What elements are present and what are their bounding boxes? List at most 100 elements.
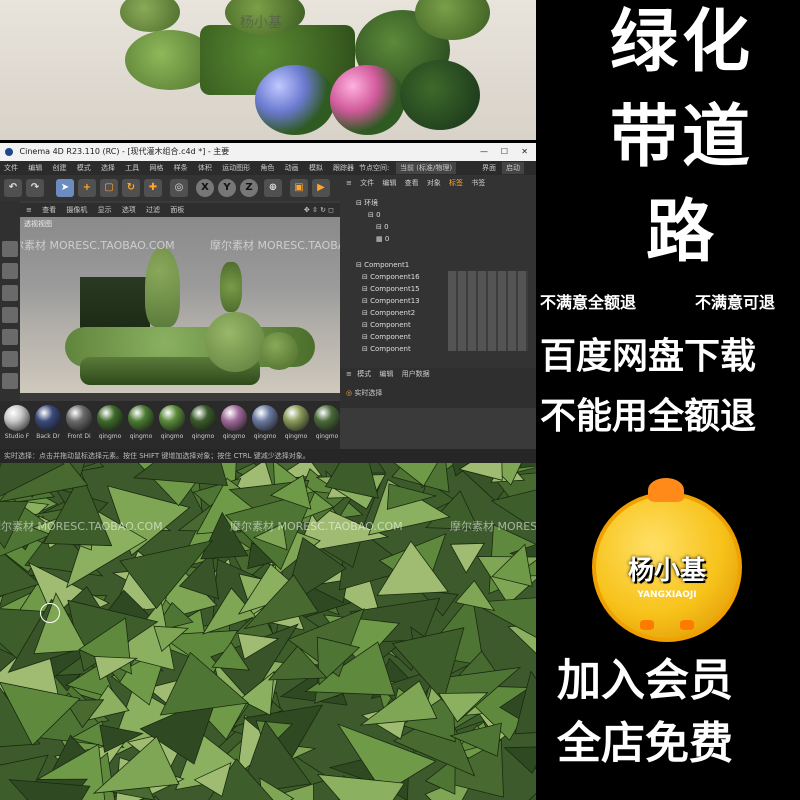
select-cursor-icon[interactable]: ➤ <box>56 179 74 197</box>
minimize-button[interactable]: — <box>480 143 488 161</box>
checker-icon[interactable] <box>2 263 18 279</box>
viewport-label: 透视视图 <box>24 220 52 228</box>
material-ball[interactable] <box>221 405 247 431</box>
scale-icon[interactable]: ▢ <box>100 179 118 197</box>
rotate-icon[interactable]: ↻ <box>122 179 140 197</box>
top-watermark: 杨小基 <box>240 15 282 31</box>
coordinate-system-icon[interactable]: ⊕ <box>264 179 282 197</box>
material-ball[interactable] <box>4 405 30 431</box>
vp-menu-camera[interactable]: 摄像机 <box>66 206 87 214</box>
material-ball[interactable] <box>35 405 61 431</box>
top-render-preview: 杨小基 <box>0 0 536 140</box>
material-tags[interactable] <box>448 271 528 351</box>
point-icon[interactable] <box>2 329 18 345</box>
material-label: qingmo <box>222 433 246 440</box>
obj-menu-object[interactable]: 对象 <box>427 179 441 187</box>
polygon-icon[interactable] <box>2 285 18 301</box>
material-ball[interactable] <box>66 405 92 431</box>
transform-icon[interactable]: ✚ <box>144 179 162 197</box>
menu-edit[interactable]: 编辑 <box>28 164 42 172</box>
title-line-3: 路 <box>645 193 718 272</box>
object-row[interactable]: ⊟ 0 <box>340 221 536 233</box>
object-menubar: ≡ 文件 编辑 查看 对象 标签 书签 <box>340 177 536 189</box>
z-axis-button[interactable]: Z <box>240 179 258 197</box>
menu-mode[interactable]: 模式 <box>77 164 91 172</box>
y-axis-button[interactable]: Y <box>218 179 236 197</box>
menu-mograph[interactable]: 运动图形 <box>222 164 250 172</box>
menu-simulate[interactable]: 模拟 <box>309 164 323 172</box>
refund-left: 不满意全额退 <box>540 293 637 312</box>
render-icon[interactable]: ▶ <box>312 179 330 197</box>
interface-label: 界面 <box>482 164 496 172</box>
object-row[interactable]: ⊟ 0 <box>340 209 536 221</box>
attr-menu-edit[interactable]: 编辑 <box>379 370 393 378</box>
leaf-closeup-render: 摩尔素材 MORESC.TAOBAO.COM 摩尔素材 MORESC.TAOBA… <box>0 463 536 800</box>
edge-icon[interactable] <box>2 307 18 323</box>
menu-create[interactable]: 创建 <box>52 164 66 172</box>
attr-menu-userdata[interactable]: 用户数据 <box>402 370 430 378</box>
title-line-1: 绿化 <box>609 3 754 82</box>
redo-icon[interactable]: ↷ <box>26 179 44 197</box>
maximize-button[interactable]: ☐ <box>501 143 508 161</box>
node-space-dropdown[interactable]: 当前 (标准/物理) <box>396 162 457 174</box>
live-select-icon[interactable]: ◎ <box>170 179 188 197</box>
material-label: qingmo <box>98 433 122 440</box>
attr-menu-mode[interactable]: 模式 <box>357 370 371 378</box>
perspective-viewport[interactable]: 透视视图 摩尔素材 MORESC.TAOBAO.COM 摩尔素材 MORESC.… <box>20 217 340 393</box>
axis-icon[interactable] <box>2 373 18 389</box>
leaf-polygon <box>528 793 536 800</box>
node-space-label: 节点空间: <box>359 164 390 172</box>
watermark-brand: 摩尔素材 MORESC.TAOBAO.COM <box>210 239 340 252</box>
box-hedge-model <box>80 277 150 332</box>
vp-menu-options[interactable]: 选项 <box>122 206 136 214</box>
title-line-2: 带道 <box>609 98 754 177</box>
object-row[interactable]: ▦ 0 <box>340 233 536 245</box>
hamburger-icon[interactable]: ≡ <box>346 370 352 378</box>
obj-menu-bookmarks[interactable]: 书签 <box>471 179 485 187</box>
menu-volume[interactable]: 体积 <box>198 164 212 172</box>
vp-menu-display[interactable]: 显示 <box>98 206 112 214</box>
menu-animate[interactable]: 动画 <box>285 164 299 172</box>
x-axis-button[interactable]: X <box>196 179 214 197</box>
menu-spline[interactable]: 样条 <box>174 164 188 172</box>
menu-file[interactable]: 文件 <box>4 164 18 172</box>
material-ball[interactable] <box>97 405 123 431</box>
material-label: qingmo <box>315 433 339 440</box>
vp-menu-panel[interactable]: 面板 <box>170 206 184 214</box>
menu-tracker[interactable]: 跟踪器 <box>333 164 354 172</box>
menu-select[interactable]: 选择 <box>101 164 115 172</box>
material-ball[interactable] <box>128 405 154 431</box>
watermark-brand: 摩尔素材 MORESC.TAOBAO.COM <box>20 239 175 252</box>
material-ball[interactable] <box>283 405 309 431</box>
undo-icon[interactable]: ↶ <box>4 179 22 197</box>
menu-character[interactable]: 角色 <box>260 164 274 172</box>
hamburger-icon[interactable]: ≡ <box>346 179 352 187</box>
watermark-brand: 摩尔素材 MORESC.TAOBAO.COM <box>230 520 403 533</box>
obj-menu-edit[interactable]: 编辑 <box>382 179 396 187</box>
obj-menu-file[interactable]: 文件 <box>360 179 374 187</box>
hamburger-icon[interactable]: ≡ <box>26 206 32 214</box>
attr-mode-row: ◎ 实时选择 <box>340 386 536 400</box>
object-row[interactable]: ⊟ Component1 <box>340 259 536 271</box>
close-button[interactable]: ✕ <box>521 143 528 161</box>
cube-icon[interactable] <box>2 241 18 257</box>
live-select-icon: ◎ <box>346 389 353 397</box>
interface-dropdown[interactable]: 启动 <box>502 162 524 174</box>
obj-menu-view[interactable]: 查看 <box>405 179 419 187</box>
material-ball[interactable] <box>252 405 278 431</box>
material-ball[interactable] <box>190 405 216 431</box>
vp-menu-view[interactable]: 查看 <box>42 206 56 214</box>
obj-menu-tags[interactable]: 标签 <box>449 179 463 187</box>
move-icon[interactable]: + <box>78 179 96 197</box>
render-view-icon[interactable]: ▣ <box>290 179 308 197</box>
material-ball[interactable] <box>314 405 340 431</box>
texture-icon[interactable] <box>2 351 18 367</box>
material-ball[interactable] <box>159 405 185 431</box>
vp-menu-filter[interactable]: 过滤 <box>146 206 160 214</box>
logo-subtext: YANGXIAOJI <box>637 590 697 600</box>
object-row[interactable]: ⊟ 环境 <box>340 197 536 209</box>
viewport-nav-icons[interactable]: ✥ ⇳ ↻ ◻ <box>304 203 334 217</box>
attr-menubar: ≡ 模式 编辑 用户数据 <box>340 368 536 380</box>
menu-mesh[interactable]: 网格 <box>149 164 163 172</box>
menu-tools[interactable]: 工具 <box>125 164 139 172</box>
